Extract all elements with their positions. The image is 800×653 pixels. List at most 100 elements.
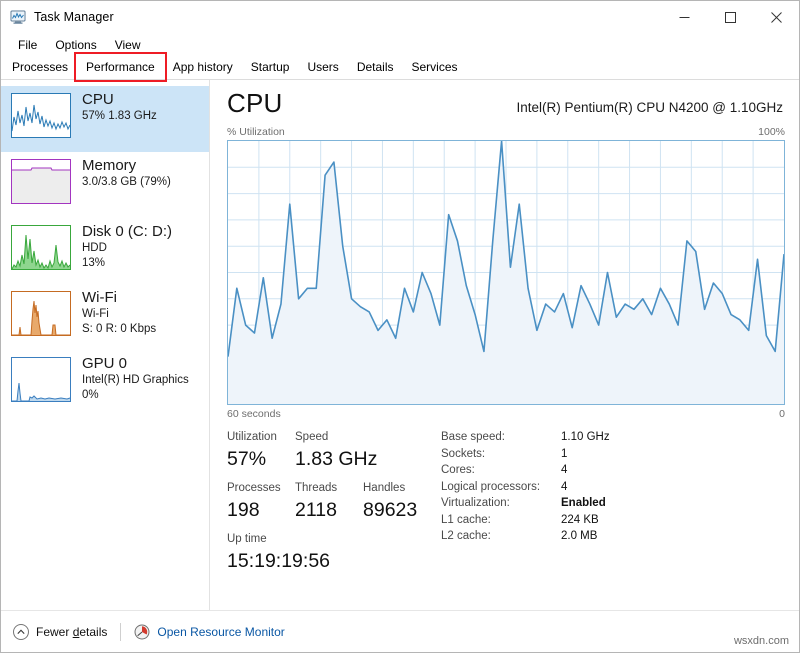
watermark: wsxdn.com (733, 635, 789, 647)
sidebar-item-cpu-sub: 57% 1.83 GHz (82, 110, 157, 122)
menu-item-view[interactable]: View (106, 36, 150, 54)
stat-processes: Processes 198 (227, 480, 295, 524)
wifi-thumbnail-chart (11, 291, 71, 336)
chart-y-axis-label: % Utilization (227, 126, 285, 138)
stats-gap-2 (227, 524, 433, 531)
stat-speed: Speed 1.83 GHz (295, 429, 377, 473)
maximize-icon[interactable] (707, 2, 753, 33)
spec-label-sockets: Sockets: (441, 447, 486, 460)
spec-value-base-speed: 1.10 GHz (561, 431, 610, 443)
footer-divider (120, 622, 122, 641)
tab-performance[interactable]: Performance (74, 52, 167, 82)
sidebar-item-memory-sub: 3.0/3.8 GB (79%) (82, 176, 171, 188)
spec-label-l1-cache: L1 cache: (441, 513, 491, 526)
sidebar-item-wifi-title: Wi-Fi (82, 289, 117, 306)
spec-label-virtualization: Virtualization: (441, 497, 510, 509)
cpu-sidebar-text: CPU 57% 1.83 GHz (82, 91, 157, 124)
sidebar-item-cpu-title: CPU (82, 91, 114, 108)
gpu-thumbnail-chart (11, 357, 71, 402)
utilization-label: Utilization (227, 431, 277, 443)
minimize-icon[interactable] (661, 2, 707, 33)
sidebar-item-gpu-sub2: 0% (82, 388, 99, 401)
chart-bottom-labels: 60 seconds 0 (227, 408, 785, 420)
processes-label: Processes (227, 482, 281, 494)
stat-handles: Handles 89623 (363, 480, 433, 524)
stats-row-uptime: Up time 15:19:19:56 (227, 531, 433, 575)
task-manager-window: Task Manager File Options View Processes… (0, 0, 800, 653)
cpu-model-name: Intel(R) Pentium(R) CPU N4200 @ 1.10GHz (516, 100, 783, 115)
spec-label-base-speed: Base speed: (441, 431, 505, 443)
cpu-thumbnail-chart (11, 93, 71, 138)
spec-row-cores: Cores: 4 (441, 462, 785, 479)
disk-sidebar-text: Disk 0 (C: D:) HDD 13% (82, 223, 172, 270)
sidebar-item-disk[interactable]: Disk 0 (C: D:) HDD 13% (1, 218, 209, 284)
sidebar-item-wifi-sub2: S: 0 R: 0 Kbps (82, 322, 157, 335)
menu-item-file[interactable]: File (9, 36, 46, 54)
sidebar-item-wifi-sub1: Wi-Fi (82, 308, 109, 320)
tab-users[interactable]: Users (298, 56, 347, 79)
spec-value-l1-cache: 224 KB (561, 513, 599, 526)
speed-label: Speed (295, 431, 329, 443)
sidebar-item-memory[interactable]: Memory 3.0/3.8 GB (79%) (1, 152, 209, 218)
cpu-specs: Base speed: 1.10 GHz Sockets: 1 Cores: 4… (433, 429, 785, 575)
cpu-utilization-chart (227, 140, 785, 405)
menu-bar: File Options View (1, 33, 799, 56)
tab-startup[interactable]: Startup (242, 56, 299, 79)
resource-monitor-icon (134, 624, 150, 640)
spec-row-base-speed: Base speed: 1.10 GHz (441, 429, 785, 446)
chart-top-labels: % Utilization 100% (227, 126, 785, 138)
sidebar-item-gpu-title: GPU 0 (82, 355, 128, 372)
sidebar-item-cpu[interactable]: CPU 57% 1.83 GHz (1, 86, 209, 152)
spec-value-l2-cache: 2.0 MB (561, 530, 598, 542)
spec-value-virtualization: Enabled (561, 497, 606, 509)
sidebar-item-gpu-sub1: Intel(R) HD Graphics (82, 374, 189, 386)
resource-sidebar: CPU 57% 1.83 GHz Memory 3.0/3.8 GB (79%) (1, 80, 210, 610)
tab-services[interactable]: Services (403, 56, 467, 79)
spec-row-sockets: Sockets: 1 (441, 446, 785, 463)
fewer-details-button[interactable]: Fewer details (13, 623, 108, 640)
title-bar: Task Manager (1, 1, 799, 33)
processes-value: 198 (227, 499, 260, 521)
content-area: CPU 57% 1.83 GHz Memory 3.0/3.8 GB (79%) (1, 80, 799, 610)
chart-y-axis-max: 100% (758, 126, 785, 138)
cpu-stats-left: Utilization 57% Speed 1.83 GHz Processes… (227, 429, 433, 575)
stats-row-utilization-speed: Utilization 57% Speed 1.83 GHz (227, 429, 433, 473)
utilization-value: 57% (227, 448, 267, 470)
handles-value: 89623 (363, 499, 418, 521)
sidebar-item-gpu[interactable]: GPU 0 Intel(R) HD Graphics 0% (1, 350, 209, 416)
threads-value: 2118 (295, 499, 337, 521)
disk-thumbnail-chart (11, 225, 71, 270)
task-manager-icon (10, 9, 26, 25)
tab-processes[interactable]: Processes (3, 56, 77, 79)
spec-value-logical-processors: 4 (561, 480, 568, 493)
handles-label: Handles (363, 482, 406, 494)
gpu-sidebar-text: GPU 0 Intel(R) HD Graphics 0% (82, 355, 189, 402)
page-title: CPU (227, 88, 283, 118)
spec-label-cores: Cores: (441, 464, 475, 476)
tab-app-history[interactable]: App history (164, 56, 242, 79)
chevron-up-circle-icon (13, 623, 29, 640)
cpu-header: CPU Intel(R) Pentium(R) CPU N4200 @ 1.10… (227, 88, 785, 118)
spec-row-logical-processors: Logical processors: 4 (441, 479, 785, 496)
spec-row-l1-cache: L1 cache: 224 KB (441, 512, 785, 529)
fewer-details-label: Fewer details (36, 624, 108, 639)
close-icon[interactable] (753, 2, 799, 33)
tab-bar: Processes Performance App history Startu… (1, 52, 799, 82)
tab-details[interactable]: Details (348, 56, 403, 79)
spec-row-virtualization: Virtualization: Enabled (441, 495, 785, 512)
uptime-value: 15:19:19:56 (227, 550, 331, 572)
cpu-stats: Utilization 57% Speed 1.83 GHz Processes… (227, 429, 785, 575)
spec-label-l2-cache: L2 cache: (441, 530, 491, 542)
memory-thumbnail-chart (11, 159, 71, 204)
sidebar-item-disk-title: Disk 0 (C: D:) (82, 223, 172, 240)
wifi-sidebar-text: Wi-Fi Wi-Fi S: 0 R: 0 Kbps (82, 289, 156, 336)
memory-sidebar-text: Memory 3.0/3.8 GB (79%) (82, 157, 171, 190)
threads-label: Threads (295, 482, 338, 494)
stat-utilization: Utilization 57% (227, 429, 295, 473)
open-resource-monitor-link[interactable]: Open Resource Monitor (134, 624, 285, 640)
menu-item-options[interactable]: Options (46, 36, 105, 54)
sidebar-item-wifi[interactable]: Wi-Fi Wi-Fi S: 0 R: 0 Kbps (1, 284, 209, 350)
footer-bar: Fewer details Open Resource Monitor wsxd… (1, 610, 799, 652)
window-title: Task Manager (34, 10, 114, 24)
cpu-chart-svg (228, 141, 784, 404)
